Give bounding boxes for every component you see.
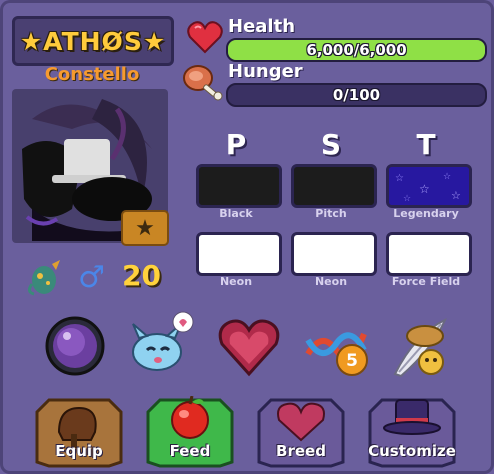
gender-male-icon: ♂ <box>78 260 105 295</box>
egg-dragon-icon <box>27 260 60 296</box>
hunger-bar: 0/100 <box>226 83 487 107</box>
svg-text:☆: ☆ <box>451 189 461 202</box>
heart-gem-icon[interactable] <box>216 314 282 380</box>
hunger-meat-icon <box>183 65 223 101</box>
hunger-value: 0/100 <box>332 86 381 104</box>
equip-button[interactable]: Equip <box>35 396 123 468</box>
pet-species: Constello <box>44 64 140 85</box>
trait-swatch-pitch[interactable] <box>291 164 377 208</box>
svg-text:☆: ☆ <box>419 182 430 196</box>
health-value: 6,000/6,000 <box>306 41 407 59</box>
orb-icon[interactable] <box>43 314 107 378</box>
trait-label-black: Black <box>219 207 253 220</box>
dna-5-icon[interactable]: 5 <box>302 310 372 380</box>
trait-swatch-neon-2[interactable] <box>291 232 377 276</box>
dna-level-badge: 5 <box>346 351 358 371</box>
customize-label: Customize <box>368 442 456 460</box>
pet-age: 20 <box>122 259 161 292</box>
baby-dragon-icon[interactable] <box>125 308 197 380</box>
health-label: Health <box>228 16 296 37</box>
hat-feather-icon[interactable] <box>385 314 451 380</box>
pet-name: ★ATHØS★ <box>19 26 167 56</box>
favorite-star-button[interactable]: ★ <box>121 210 169 246</box>
trait-header-t: T <box>416 128 436 161</box>
trait-label-neon-1: Neon <box>219 275 253 288</box>
starfield-pattern: ☆ ☆ ☆ ☆ ☆ <box>389 167 469 205</box>
svg-text:☆: ☆ <box>443 172 451 182</box>
trait-swatch-black[interactable] <box>196 164 282 208</box>
trait-swatch-neon-1[interactable] <box>196 232 282 276</box>
trait-label-force-field: Force Field <box>391 275 461 288</box>
equip-label: Equip <box>55 442 103 460</box>
svg-text:☆: ☆ <box>403 194 411 204</box>
customize-button[interactable]: Customize <box>368 396 456 468</box>
hunger-label: Hunger <box>228 61 303 82</box>
breed-label: Breed <box>276 442 326 460</box>
feed-label: Feed <box>169 442 211 460</box>
trait-swatch-force-field[interactable] <box>386 232 472 276</box>
pet-name-plate: ★ATHØS★ <box>12 16 174 66</box>
trait-label-neon-2: Neon <box>314 275 348 288</box>
trait-swatch-legendary[interactable]: ☆ ☆ ☆ ☆ ☆ <box>386 164 472 208</box>
health-bar: 6,000/6,000 <box>226 38 487 62</box>
health-heart-icon <box>187 21 223 54</box>
breed-button[interactable]: Breed <box>257 396 345 468</box>
trait-header-s: S <box>320 128 342 161</box>
trait-label-legendary: Legendary <box>393 207 459 220</box>
svg-text:☆: ☆ <box>395 173 404 184</box>
feed-button[interactable]: Feed <box>146 395 234 468</box>
trait-header-p: P <box>225 128 247 161</box>
trait-label-pitch: Pitch <box>315 207 347 220</box>
